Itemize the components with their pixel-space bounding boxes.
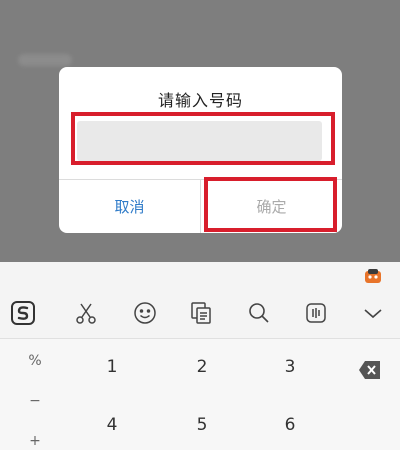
phone-number-input[interactable]: [77, 121, 322, 161]
key-2[interactable]: 2: [172, 357, 232, 377]
dialog-title: 请输入号码: [157, 91, 243, 110]
confirm-button[interactable]: 确定: [201, 180, 342, 233]
voice-input-icon[interactable]: [302, 299, 330, 327]
key-4[interactable]: 4: [82, 415, 142, 435]
collapse-keyboard-icon[interactable]: [359, 299, 387, 327]
search-icon[interactable]: [245, 299, 273, 327]
phone-number-dialog: 请输入号码 取消 确定: [59, 67, 342, 233]
soft-keyboard: % − + 1 2 3 4 5 6: [0, 262, 400, 450]
keyboard-toolbar: [0, 288, 400, 339]
key-5[interactable]: 5: [172, 415, 232, 435]
skin-icon[interactable]: [364, 268, 382, 284]
cancel-button[interactable]: 取消: [59, 180, 200, 233]
emoji-icon[interactable]: [131, 299, 159, 327]
symbol-key-percent[interactable]: %: [20, 353, 50, 369]
key-3[interactable]: 3: [260, 357, 320, 377]
numeric-keypad: % − + 1 2 3 4 5 6: [0, 339, 400, 450]
symbol-key-minus[interactable]: −: [20, 393, 50, 409]
background-content: [18, 54, 72, 66]
backspace-icon[interactable]: [358, 359, 382, 381]
scissors-icon[interactable]: [72, 299, 100, 327]
clipboard-icon[interactable]: [187, 299, 215, 327]
sogou-logo-icon[interactable]: [9, 299, 37, 327]
key-6[interactable]: 6: [260, 415, 320, 435]
symbol-key-plus[interactable]: +: [20, 433, 50, 449]
keyboard-top-bar: [0, 262, 400, 288]
key-1[interactable]: 1: [82, 357, 142, 377]
